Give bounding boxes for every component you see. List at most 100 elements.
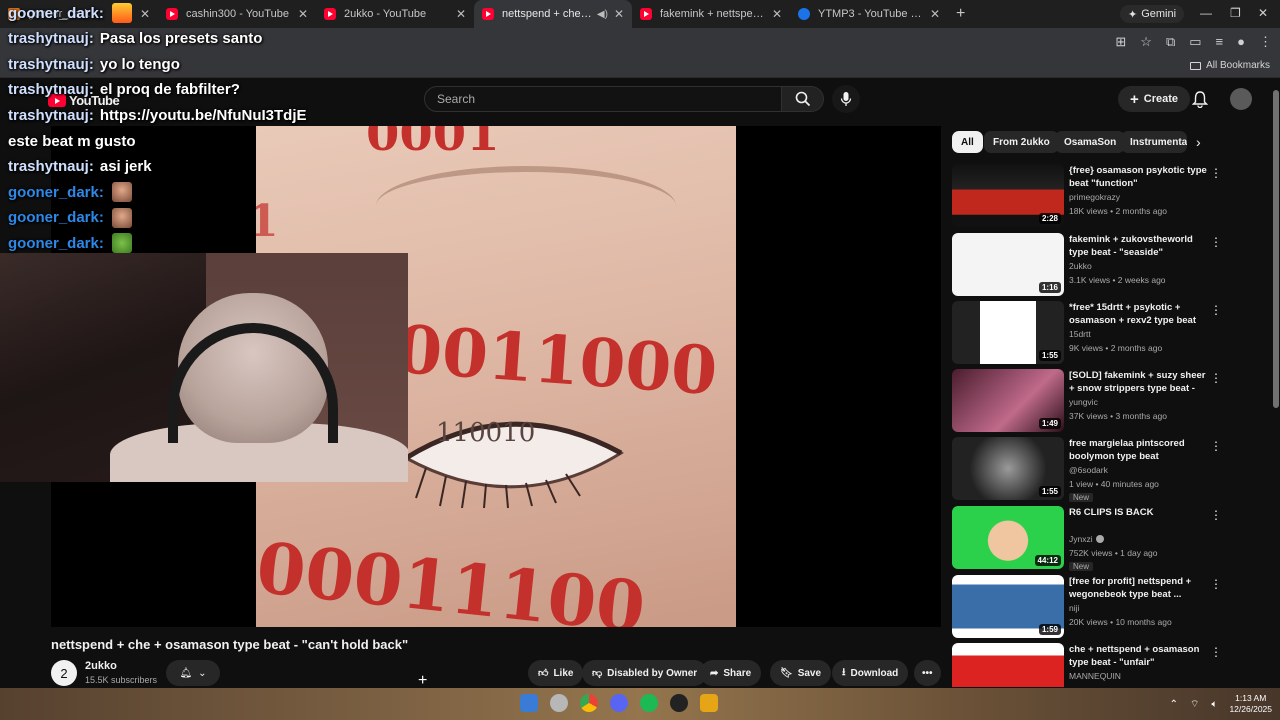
chat-username[interactable]: gooner_dark — [8, 184, 99, 201]
recommended-video[interactable]: 1:55 free margielaa pintscored boolymon t… — [952, 437, 1227, 502]
chat-username[interactable]: trashytnauj — [8, 107, 89, 124]
voice-search-button[interactable] — [832, 85, 860, 113]
subscription-notifications-button[interactable]: 🔔︎ ⌄ — [166, 660, 220, 686]
save-button[interactable]: 🔖︎ Save — [770, 660, 832, 686]
browser-tab[interactable]: YTMP3 - YouTube to MP3 Conv ✕ — [790, 0, 948, 28]
browser-tab[interactable]: cashin300 - YouTube ✕ — [158, 0, 316, 28]
recommended-video-title[interactable]: free margielaa pintscored boolymon type … — [1069, 437, 1209, 463]
recommended-channel[interactable]: niji — [1069, 603, 1079, 613]
kebab-menu-icon[interactable]: ⋮ — [1210, 303, 1222, 317]
more-actions-button[interactable]: ••• — [914, 660, 941, 686]
recommended-video-title[interactable]: {free} osamason psykotic type beat "func… — [1069, 164, 1209, 190]
video-thumbnail[interactable]: 44:12 — [952, 506, 1064, 569]
chat-username[interactable]: gooner_dark — [8, 235, 99, 252]
search-button[interactable] — [782, 86, 824, 112]
search-input[interactable]: Search — [424, 86, 782, 112]
split-view-icon[interactable]: ▭ — [1189, 34, 1201, 50]
channel-name[interactable]: 2ukko — [85, 660, 117, 672]
kebab-menu-icon[interactable]: ⋮ — [1210, 645, 1222, 659]
page-scrollbar[interactable] — [1271, 78, 1280, 688]
video-thumbnail[interactable]: 1:59 — [952, 575, 1064, 638]
chat-username[interactable]: trashytnauj — [8, 30, 89, 47]
recommended-video[interactable]: 1:59 [free for profit] nettspend + wegone… — [952, 575, 1227, 639]
close-tab-icon[interactable]: ✕ — [772, 7, 782, 21]
browser-tab[interactable]: fakemink + nettspend type beat ✕ — [632, 0, 790, 28]
video-thumbnail[interactable] — [952, 643, 1064, 687]
chrome-icon[interactable] — [580, 694, 598, 712]
close-tab-icon[interactable]: ✕ — [456, 7, 466, 21]
recommended-video[interactable]: 1:55 *free* 15drtt + psykotic + osamason … — [952, 301, 1227, 365]
recommended-video-title[interactable]: R6 CLIPS IS BACK — [1069, 506, 1209, 519]
recommended-channel[interactable]: 2ukko — [1069, 261, 1092, 271]
discord-icon[interactable] — [610, 694, 628, 712]
close-tab-icon[interactable]: ✕ — [614, 7, 624, 21]
kebab-menu-icon[interactable]: ⋮ — [1210, 577, 1222, 591]
gemini-button[interactable]: ✦ Gemini — [1120, 5, 1185, 23]
close-tab-icon[interactable]: ✕ — [298, 7, 308, 21]
search-icon[interactable] — [550, 694, 568, 712]
recommended-video[interactable]: 2:28 {free} osamason psykotic type beat "… — [952, 164, 1227, 228]
all-bookmarks-button[interactable]: All Bookmarks — [1190, 60, 1270, 71]
account-avatar[interactable] — [1230, 88, 1252, 110]
recommended-channel[interactable]: MANNEQUIN — [1069, 671, 1121, 681]
chip-all[interactable]: All — [952, 131, 983, 153]
new-tab-button[interactable]: + — [956, 5, 965, 23]
kebab-menu-icon[interactable]: ⋮ — [1210, 166, 1222, 180]
chat-username[interactable]: trashytnauj — [8, 158, 89, 175]
video-thumbnail[interactable]: 2:28 — [952, 164, 1064, 227]
chat-username[interactable]: trashytnauj — [8, 56, 89, 73]
extensions-icon[interactable]: ⧉ — [1166, 34, 1175, 50]
recommended-channel[interactable]: yungvic — [1069, 397, 1098, 407]
maximize-icon[interactable]: ❐ — [1230, 6, 1241, 20]
taskbar-clock[interactable]: 1:13 AM 12/26/2025 — [1229, 693, 1272, 715]
scrollbar-thumb[interactable] — [1273, 90, 1279, 408]
wifi-icon[interactable]: ⌔ — [1190, 698, 1199, 711]
dislike-button[interactable]: 👎︎ Disabled by Owner — [582, 660, 708, 686]
download-button[interactable]: ⭳ Download — [832, 660, 909, 686]
kebab-menu-icon[interactable]: ⋮ — [1259, 34, 1272, 50]
recommended-video[interactable]: 1:49 [SOLD] fakemink + suzy sheer + snow … — [952, 369, 1227, 433]
spotify-icon[interactable] — [640, 694, 658, 712]
kebab-menu-icon[interactable]: ⋮ — [1210, 508, 1222, 522]
recommended-video-title[interactable]: che + nettspend + osamason type beat - "… — [1069, 643, 1209, 669]
close-tab-icon[interactable]: ✕ — [930, 7, 940, 21]
kebab-menu-icon[interactable]: ⋮ — [1210, 439, 1222, 453]
browser-tab[interactable]: 2ukko - YouTube ✕ — [316, 0, 474, 28]
volume-icon[interactable]: 🔈︎ — [1211, 699, 1217, 710]
recommended-video[interactable]: 1:16 fakemink + zukovstheworld type beat … — [952, 233, 1227, 297]
recommended-video-title[interactable]: [free for profit] nettspend + wegonebeok… — [1069, 575, 1209, 601]
chat-username[interactable]: gooner_dark — [8, 209, 99, 226]
recommended-video-title[interactable]: [SOLD] fakemink + suzy sheer + snow stri… — [1069, 369, 1209, 395]
close-tab-icon[interactable]: ✕ — [140, 7, 150, 21]
chip-from-channel[interactable]: From 2ukko — [984, 131, 1059, 153]
chat-username[interactable]: trashytnauj — [8, 81, 89, 98]
fl-studio-icon[interactable] — [700, 694, 718, 712]
chevron-right-icon[interactable]: › — [1196, 134, 1201, 150]
recommended-video-title[interactable]: fakemink + zukovstheworld type beat - "s… — [1069, 233, 1209, 259]
speaker-icon[interactable]: ◀) — [597, 9, 608, 20]
like-button[interactable]: 👍︎ Like — [528, 660, 584, 686]
recommended-channel[interactable]: @6sodark — [1069, 465, 1108, 475]
obs-icon[interactable] — [670, 694, 688, 712]
star-icon[interactable]: ☆ — [1140, 34, 1152, 50]
chevron-up-icon[interactable]: ⌃ — [1170, 699, 1178, 710]
recommended-video[interactable]: 44:12 R6 CLIPS IS BACK Jynxzi 752K views • … — [952, 506, 1227, 571]
minimize-icon[interactable]: — — [1200, 6, 1212, 20]
start-icon[interactable] — [520, 694, 538, 712]
video-thumbnail[interactable]: 1:49 — [952, 369, 1064, 432]
recommended-video-title[interactable]: *free* 15drtt + psykotic + osamason + re… — [1069, 301, 1209, 327]
recommended-video[interactable]: che + nettspend + osamason type beat - "… — [952, 643, 1227, 687]
recommended-channel[interactable]: primegokrazy — [1069, 192, 1120, 202]
kebab-menu-icon[interactable]: ⋮ — [1210, 371, 1222, 385]
install-icon[interactable]: ⊞ — [1115, 34, 1126, 50]
recommended-channel[interactable]: 15drtt — [1069, 329, 1091, 339]
chat-username[interactable]: gooner_dark — [8, 5, 99, 22]
chip-osamason[interactable]: OsamaSon — [1055, 131, 1126, 153]
share-button[interactable]: ➦ Share — [700, 660, 762, 686]
close-window-icon[interactable]: ✕ — [1258, 6, 1268, 20]
profile-icon[interactable]: ● — [1237, 34, 1245, 50]
video-thumbnail[interactable]: 1:55 — [952, 437, 1064, 500]
channel-avatar[interactable]: 2 — [51, 660, 77, 686]
browser-tab-active[interactable]: nettspend + che + osamason ◀) ✕ — [474, 0, 632, 28]
kebab-menu-icon[interactable]: ⋮ — [1210, 235, 1222, 249]
